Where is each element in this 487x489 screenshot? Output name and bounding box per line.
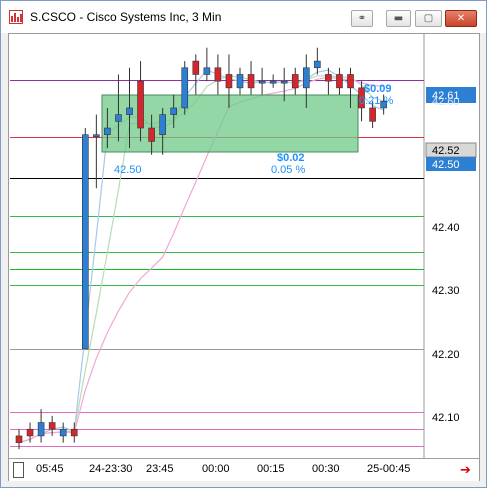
candle-body bbox=[126, 107, 133, 115]
price-ticks: 42.40 42.30 42.20 42.10 bbox=[432, 222, 460, 424]
candle-body bbox=[269, 80, 277, 84]
candle-body bbox=[369, 107, 376, 122]
time-label: 05:45 bbox=[36, 463, 64, 475]
candle-body bbox=[258, 80, 266, 84]
candle-body bbox=[203, 67, 211, 75]
candlestick-chart[interactable]: 42.40 42.30 42.20 42.10 42.61 42.60 42.5… bbox=[1, 1, 487, 489]
close-marker: 42.52 bbox=[432, 145, 460, 157]
candle-body bbox=[314, 60, 321, 69]
scroll-box[interactable] bbox=[13, 462, 24, 478]
left-price-label: 42.50 bbox=[114, 164, 142, 176]
measure-pct-label: 0.05 % bbox=[271, 164, 305, 176]
time-label: 00:15 bbox=[257, 463, 285, 475]
tick-label: 42.40 bbox=[432, 222, 460, 234]
time-label: 00:00 bbox=[202, 463, 230, 475]
candle-body bbox=[214, 67, 222, 82]
current-marker: 42.50 bbox=[432, 159, 460, 171]
candle-body bbox=[336, 74, 343, 89]
candle-body bbox=[82, 134, 89, 350]
tick-label: 42.20 bbox=[432, 349, 460, 361]
tick-label-partial: 42.60 bbox=[432, 96, 460, 108]
candle-body bbox=[15, 435, 23, 443]
time-label: 23:45 bbox=[146, 463, 174, 475]
candle-body bbox=[170, 107, 177, 115]
candle-body bbox=[48, 422, 56, 430]
candle-body bbox=[104, 127, 111, 136]
candle-body bbox=[26, 428, 34, 437]
candle-body bbox=[115, 114, 122, 122]
tick-label: 42.30 bbox=[432, 285, 460, 297]
chart-window: S.CSCO - Cisco Systems Inc, 3 Min ⚭ ▬ ▢ … bbox=[0, 0, 487, 488]
candle-body bbox=[192, 60, 200, 75]
right-pct-label: 0.21 % bbox=[359, 95, 393, 107]
tick-label: 42.10 bbox=[432, 412, 460, 424]
candle-body bbox=[325, 74, 332, 82]
candle-body bbox=[159, 114, 166, 136]
candle-body bbox=[247, 74, 255, 89]
candle-body bbox=[181, 67, 189, 109]
candle-body bbox=[302, 67, 310, 89]
price-markers: 42.61 42.60 42.52 42.50 bbox=[425, 87, 477, 171]
candle-body bbox=[93, 134, 100, 138]
candle-body bbox=[70, 428, 78, 437]
candle-body bbox=[291, 74, 299, 89]
right-arrow-icon[interactable]: ➔ bbox=[460, 463, 471, 478]
time-label: 25-00:45 bbox=[367, 463, 411, 475]
candle-body bbox=[137, 80, 144, 129]
candle-body bbox=[236, 74, 244, 89]
time-label: 00:30 bbox=[312, 463, 340, 475]
candle-body bbox=[148, 127, 155, 142]
candle-body bbox=[37, 422, 45, 437]
candle-body bbox=[225, 74, 233, 89]
time-label: 24-23:30 bbox=[89, 463, 133, 475]
candle-body bbox=[347, 74, 354, 89]
measure-change-label: $0.02 bbox=[277, 152, 305, 164]
candle-body bbox=[59, 428, 67, 437]
candle-body bbox=[280, 80, 288, 84]
time-axis: 05:45 24-23:30 23:45 00:00 00:15 00:30 2… bbox=[9, 458, 479, 481]
right-change-label: $0.09 bbox=[364, 83, 392, 95]
